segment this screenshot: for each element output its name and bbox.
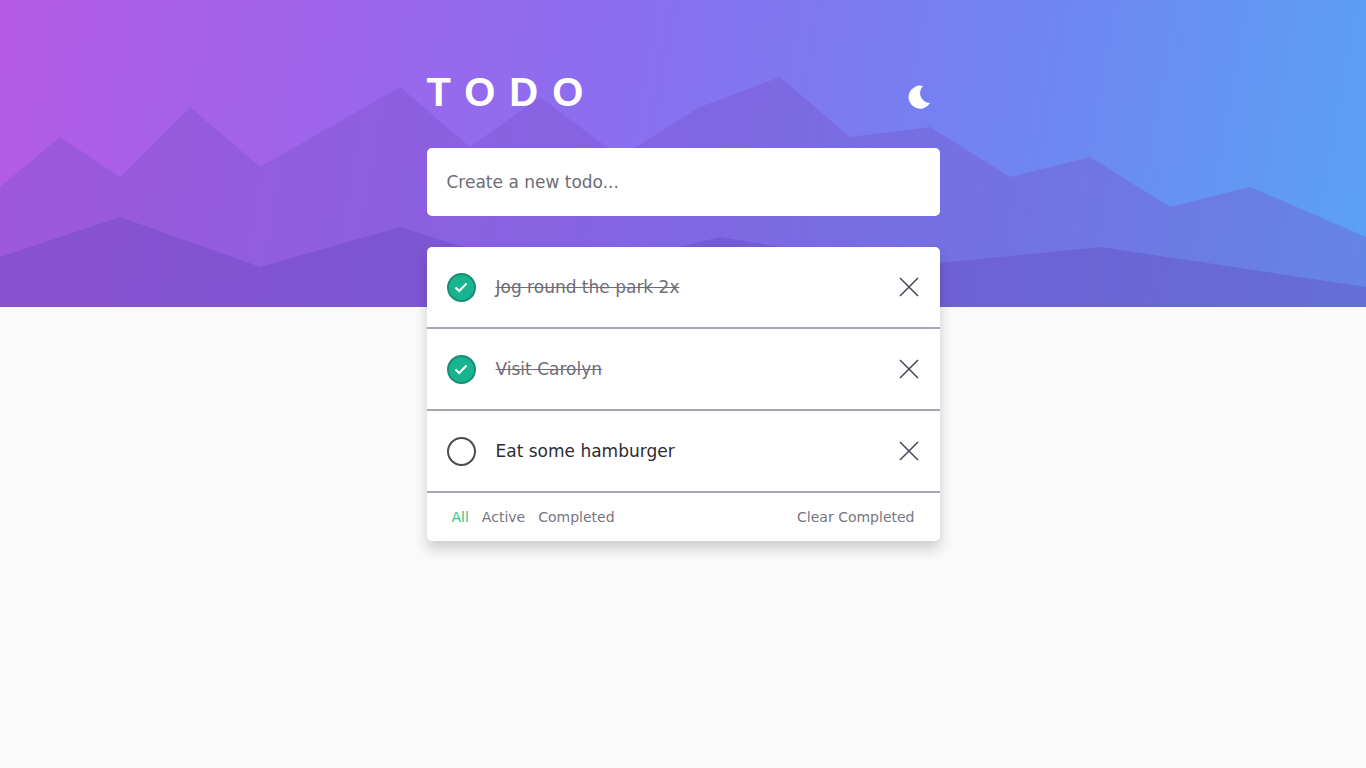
todo-row: Visit Carolyn [427, 329, 940, 411]
filter-group: All Active Completed [452, 509, 615, 525]
list-footer: All Active Completed Clear Completed [427, 493, 940, 541]
app-title: TODO [427, 70, 598, 114]
title-row: TODO [427, 70, 940, 114]
check-icon [454, 364, 468, 375]
todo-checkbox[interactable] [447, 273, 476, 302]
todo-checkbox[interactable] [447, 437, 476, 466]
todo-row: Eat some hamburger [427, 411, 940, 493]
todo-text: Eat some hamburger [496, 441, 898, 461]
close-icon[interactable] [898, 440, 920, 462]
todo-list: Jog round the park 2x Visit Carolyn Eat so… [427, 247, 940, 541]
todo-checkbox[interactable] [447, 355, 476, 384]
filter-button[interactable]: Active [482, 509, 525, 525]
clear-completed-button[interactable]: Clear Completed [797, 509, 914, 525]
filter-button[interactable]: Completed [538, 509, 614, 525]
close-icon[interactable] [898, 276, 920, 298]
todo-app: TODO Jog round the park 2x Visit Carolyn Ea… [427, 0, 940, 541]
close-icon[interactable] [898, 358, 920, 380]
todo-text: Jog round the park 2x [496, 277, 898, 297]
filter-button[interactable]: All [452, 509, 469, 525]
todo-row: Jog round the park 2x [427, 247, 940, 329]
moon-icon[interactable] [906, 84, 932, 110]
todo-text: Visit Carolyn [496, 359, 898, 379]
new-todo-input[interactable] [427, 148, 940, 216]
check-icon [454, 282, 468, 293]
